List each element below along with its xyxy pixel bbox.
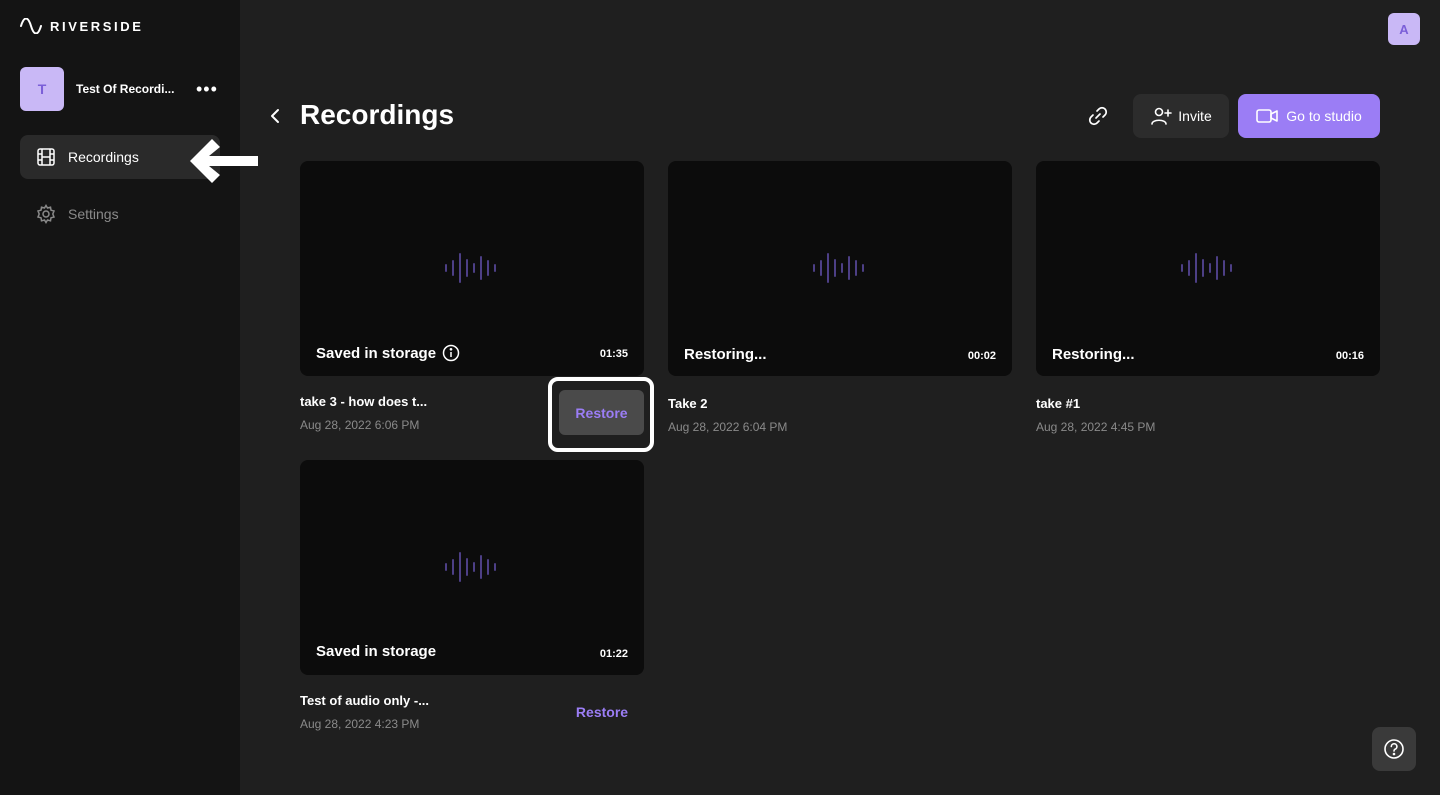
- recording-date: Aug 28, 2022 6:04 PM: [668, 420, 788, 434]
- sidebar-item-label: Settings: [68, 206, 119, 222]
- help-button[interactable]: [1372, 727, 1416, 771]
- add-user-icon: [1151, 107, 1173, 125]
- recording-card[interactable]: Restoring... 00:16 take #1 Aug 28, 2022 …: [1036, 161, 1380, 434]
- recording-thumbnail[interactable]: Saved in storage 01:35: [300, 161, 644, 376]
- recording-title: Test of audio only -...: [300, 693, 430, 708]
- gear-icon: [36, 204, 56, 224]
- sidebar-item-label: Recordings: [68, 149, 139, 165]
- restore-button[interactable]: Restore: [560, 697, 644, 727]
- logo-text: RIVERSIDE: [50, 18, 144, 34]
- invite-label: Invite: [1178, 108, 1212, 124]
- annotation-arrow-icon: [190, 139, 258, 183]
- restore-button[interactable]: Restore: [559, 390, 644, 435]
- sidebar-item-settings[interactable]: Settings: [20, 192, 220, 236]
- recording-duration: 00:16: [1335, 350, 1364, 362]
- recording-title: Take 2: [668, 396, 708, 411]
- recording-date: Aug 28, 2022 6:06 PM: [300, 418, 420, 432]
- film-icon: [37, 148, 55, 166]
- recording-status: Restoring...: [684, 346, 767, 363]
- recording-duration: 00:02: [967, 350, 996, 362]
- recording-thumbnail[interactable]: Saved in storage 01:22: [300, 460, 644, 675]
- recording-thumbnail[interactable]: Restoring... 00:02: [668, 161, 1012, 376]
- help-question-icon: [1384, 739, 1404, 759]
- invite-button[interactable]: Invite: [1133, 94, 1229, 138]
- studio-label: Go to studio: [1286, 108, 1362, 124]
- recording-card[interactable]: Saved in storage 01:22 Test of audio onl…: [300, 460, 644, 731]
- info-icon[interactable]: [442, 344, 460, 362]
- audio-waveform-icon: [1181, 253, 1232, 283]
- user-avatar[interactable]: A: [1388, 13, 1420, 45]
- wave-logo-icon: [20, 18, 42, 34]
- recording-date: Aug 28, 2022 4:23 PM: [300, 717, 420, 731]
- workspace-name: Test Of Recordi...: [76, 82, 175, 96]
- audio-waveform-icon: [445, 253, 496, 283]
- recording-thumbnail[interactable]: Restoring... 00:16: [1036, 161, 1380, 376]
- recording-date: Aug 28, 2022 4:45 PM: [1036, 420, 1156, 434]
- copy-link-button[interactable]: [1076, 94, 1120, 138]
- sidebar: RIVERSIDE T Test Of Recordi... ••• Recor…: [0, 0, 240, 795]
- back-chevron-icon[interactable]: [266, 107, 284, 125]
- recording-duration: 01:35: [599, 348, 628, 360]
- recording-duration: 01:22: [599, 648, 628, 660]
- recording-card[interactable]: Saved in storage 01:35 take 3 - how does…: [300, 161, 644, 432]
- page-title: Recordings: [300, 99, 455, 130]
- go-to-studio-button[interactable]: Go to studio: [1238, 94, 1380, 138]
- recording-card[interactable]: Restoring... 00:02 Take 2 Aug 28, 2022 6…: [668, 161, 1012, 434]
- audio-waveform-icon: [445, 552, 496, 582]
- recording-title: take #1: [1036, 396, 1081, 411]
- workspace-avatar: T: [20, 67, 64, 111]
- recording-title: take 3 - how does t...: [300, 394, 428, 409]
- riverside-logo[interactable]: RIVERSIDE: [20, 18, 143, 34]
- recording-status: Saved in storage: [316, 643, 437, 660]
- more-options-icon[interactable]: •••: [196, 80, 218, 98]
- video-camera-icon: [1256, 109, 1279, 123]
- recording-status: Restoring...: [1052, 346, 1135, 363]
- recording-status: Saved in storage: [316, 344, 460, 362]
- link-icon: [1088, 106, 1108, 126]
- audio-waveform-icon: [813, 253, 864, 283]
- workspace-switcher[interactable]: T Test Of Recordi... •••: [20, 67, 220, 111]
